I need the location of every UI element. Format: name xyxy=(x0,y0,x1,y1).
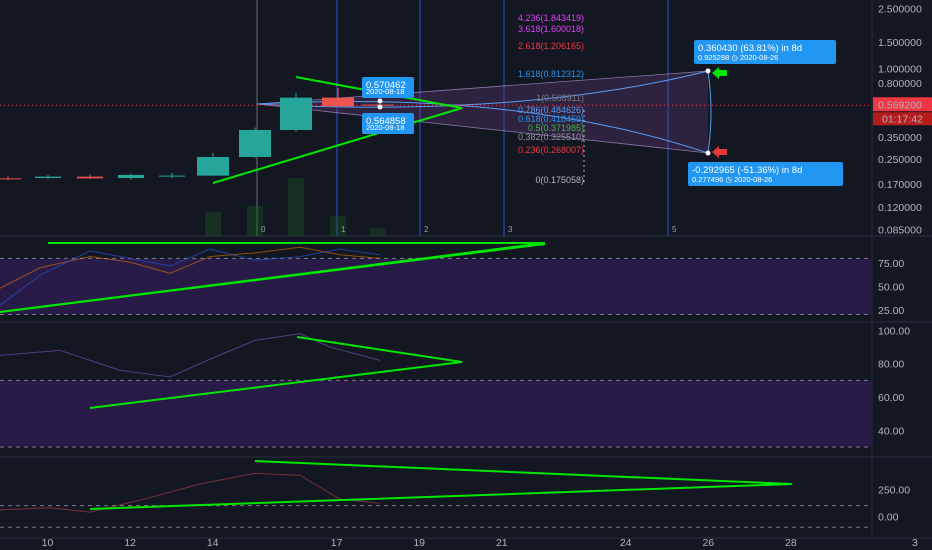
chart[interactable]: 4.236(1.843419)3.618(1.600018) 2.618(1.20… xyxy=(0,0,932,550)
fib-level-label: 1(0.568911) xyxy=(536,93,584,103)
candle-body[interactable] xyxy=(118,174,144,179)
price-axis-label: 0.085000 xyxy=(878,225,922,237)
volume-bar xyxy=(288,178,304,236)
volume-bar xyxy=(205,212,221,236)
current-price-label: 0.569200 xyxy=(878,99,922,111)
time-axis-label: 26 xyxy=(702,537,714,549)
candle-body[interactable] xyxy=(322,97,354,107)
callout-target-up-sub: 0.925288 ◷ 2020-08-26 xyxy=(698,53,778,62)
oscillator-axis-label: 25.00 xyxy=(878,305,904,317)
fib-level-label: 3.618(1.600018) xyxy=(518,24,584,34)
candle-body[interactable] xyxy=(280,97,312,130)
anchor-point xyxy=(377,104,383,110)
cycle-label: 2 xyxy=(424,225,429,234)
oscillator-axis-label: 80.00 xyxy=(878,359,904,371)
cycle-label: 0 xyxy=(261,225,266,234)
volume-bar xyxy=(370,228,386,236)
projection-curve xyxy=(707,70,712,154)
callout-low-sub: 2020-08-18 xyxy=(366,123,404,132)
anchor-point xyxy=(705,150,711,156)
oscillator-axis-label: 100.00 xyxy=(878,325,910,337)
anchor-point xyxy=(377,98,383,104)
oscillator-band xyxy=(0,258,872,315)
cycle-label: 5 xyxy=(672,225,677,234)
price-axis-label: 0.120000 xyxy=(878,202,922,214)
candle-body[interactable] xyxy=(35,176,61,179)
anchor-point xyxy=(705,68,711,74)
time-axis-label: 10 xyxy=(42,537,54,549)
oscillator-axis-label: 40.00 xyxy=(878,425,904,437)
arrow-up-icon xyxy=(712,67,727,79)
time-axis-label: 14 xyxy=(207,537,219,549)
candle-body[interactable] xyxy=(197,156,229,176)
time-axis-label: 12 xyxy=(124,537,136,549)
time-axis-label: 28 xyxy=(785,537,797,549)
candle-body[interactable] xyxy=(0,178,21,180)
cycle-label: 1 xyxy=(341,225,346,234)
price-axis-label: 0.170000 xyxy=(878,179,922,191)
time-axis-label: 21 xyxy=(496,537,508,549)
oscillator-axis-label: 250.00 xyxy=(878,484,910,496)
price-axis-label: 1.000000 xyxy=(878,63,922,75)
fib-level-label: 0(0.175058) xyxy=(535,175,584,185)
candle-body[interactable] xyxy=(239,129,271,157)
price-axis-label: 2.500000 xyxy=(878,4,922,16)
fib-level-label: 2.618(1.206165) xyxy=(518,41,584,51)
candle-body[interactable] xyxy=(159,175,185,177)
fib-level-label: 0.382(0.325510) xyxy=(518,132,584,142)
candle-body[interactable] xyxy=(77,176,103,179)
oscillator-axis-label: 50.00 xyxy=(878,281,904,293)
candle-body[interactable] xyxy=(362,104,394,106)
oscillator-axis-label: 75.00 xyxy=(878,258,904,270)
oscillator-axis-label: 0.00 xyxy=(878,511,899,523)
time-axis-label: 17 xyxy=(331,537,343,549)
price-axis-label: 0.800000 xyxy=(878,78,922,90)
fib-level-label: 4.236(1.843419) xyxy=(518,13,584,23)
countdown-label: 01:17:42 xyxy=(882,113,923,125)
price-axis-label: 0.350000 xyxy=(878,132,922,144)
time-axis-label: 3 xyxy=(912,537,918,549)
arrow-down-icon xyxy=(712,146,727,158)
fib-level-label: 1.618(0.812312) xyxy=(518,69,584,79)
cycle-label: 3 xyxy=(508,225,513,234)
callout-high-sub: 2020-08-18 xyxy=(366,87,404,96)
callout-target-down-sub: 0.277496 ◷ 2020-08-26 xyxy=(692,175,772,184)
fib-level-label: 0.236(0.268007) xyxy=(518,145,584,155)
time-axis-label: 24 xyxy=(620,537,632,549)
time-axis-label: 19 xyxy=(413,537,425,549)
price-axis-label: 1.500000 xyxy=(878,37,922,49)
oscillator-band xyxy=(0,380,872,447)
price-axis-label: 0.250000 xyxy=(878,154,922,166)
oscillator-axis-label: 60.00 xyxy=(878,392,904,404)
